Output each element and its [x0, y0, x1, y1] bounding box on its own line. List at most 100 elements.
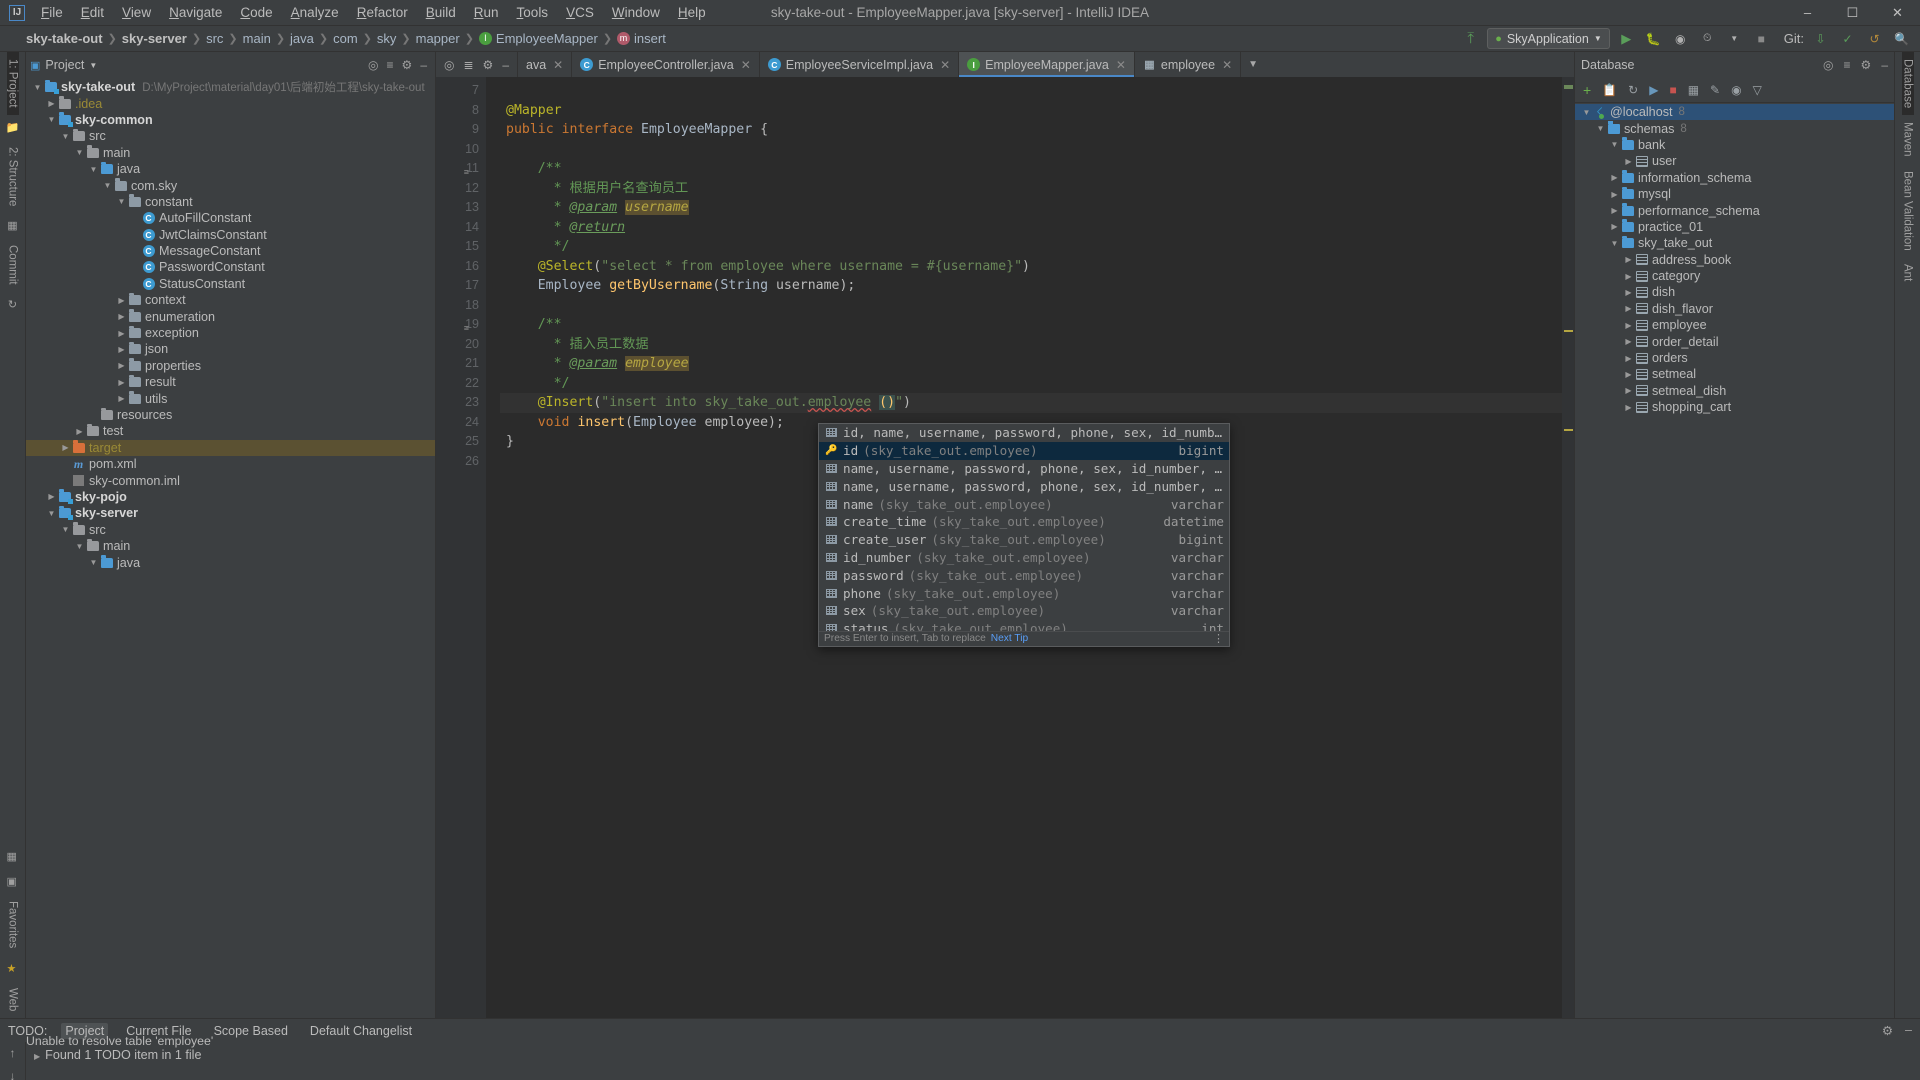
edit-icon[interactable]: ✎: [1710, 83, 1720, 97]
chevron-right-icon[interactable]: ▶: [74, 427, 85, 436]
search-everywhere-icon[interactable]: 🔍: [1891, 28, 1912, 49]
autocomplete-item[interactable]: create_time (sky_take_out.employee) dateti…: [819, 513, 1229, 531]
menu-run[interactable]: Run: [465, 2, 508, 23]
chevron-down-icon[interactable]: ▼: [1581, 108, 1592, 117]
project-tree-node[interactable]: ▶ context: [26, 292, 435, 308]
code-line[interactable]: public interface EmployeeMapper {: [500, 120, 1574, 140]
vcs-commit-icon[interactable]: ✓: [1837, 28, 1858, 49]
chevron-down-icon[interactable]: ▼: [89, 61, 97, 70]
vcs-update-icon[interactable]: ⇩: [1810, 28, 1831, 49]
table-icon[interactable]: ▦: [1688, 83, 1699, 97]
database-tree-node[interactable]: ▶ practice_01: [1575, 219, 1894, 235]
maximize-button[interactable]: ☐: [1830, 0, 1875, 26]
chevron-down-icon[interactable]: ▼: [32, 83, 43, 92]
chevron-down-icon[interactable]: ▼: [46, 115, 57, 124]
navbar-actions[interactable]: ⤒ ● SkyApplication ▼ ▶ 🐛 ◉ ⏲ ▼ ■ Git: ⇩ …: [1460, 28, 1920, 49]
chevron-right-icon[interactable]: ▶: [1623, 354, 1634, 363]
project-tree-node[interactable]: ▶ .idea: [26, 95, 435, 111]
autocomplete-item[interactable]: name, username, password, phone, sex, id…: [819, 477, 1229, 495]
code-line[interactable]: Employee getByUsername(String username);: [500, 276, 1574, 296]
menu-file[interactable]: File: [32, 2, 72, 23]
project-tree-node[interactable]: ▼ com.sky: [26, 177, 435, 193]
menu-build[interactable]: Build: [417, 2, 465, 23]
database-tree-node[interactable]: ▼ ☇ @localhost 8: [1575, 104, 1894, 121]
editor-tab-ava[interactable]: ava ✕: [518, 52, 573, 77]
rail-button-database[interactable]: Database: [1901, 52, 1914, 116]
close-tab-icon[interactable]: ✕: [940, 58, 950, 72]
project-tree-node[interactable]: C PasswordConstant: [26, 259, 435, 275]
chevron-right-icon[interactable]: ▶: [116, 394, 127, 403]
database-tree-node[interactable]: ▶ dish_flavor: [1575, 301, 1894, 317]
database-tree-node[interactable]: ▶ setmeal: [1575, 366, 1894, 382]
chevron-right-icon[interactable]: ▶: [1623, 272, 1634, 281]
previous-icon[interactable]: ↑: [10, 1046, 16, 1060]
project-tree-node[interactable]: ▶ exception: [26, 325, 435, 341]
chevron-right-icon[interactable]: ▶: [1623, 157, 1634, 166]
chevron-right-icon[interactable]: ▶: [116, 296, 127, 305]
rail-button-commit[interactable]: Commit: [7, 238, 19, 292]
copy-icon[interactable]: 📋: [1602, 83, 1617, 97]
autocomplete-item[interactable]: phone (sky_take_out.employee) varchar: [819, 584, 1229, 602]
todo-actions[interactable]: ⚙ –: [1882, 1023, 1912, 1038]
close-tab-icon[interactable]: ✕: [741, 58, 751, 72]
project-tree-node[interactable]: ▶ utils: [26, 390, 435, 406]
project-tree-node[interactable]: ▼ main: [26, 538, 435, 554]
minimize-button[interactable]: –: [1785, 0, 1830, 26]
database-tree-node[interactable]: ▶ mysql: [1575, 186, 1894, 202]
rail-button-web[interactable]: Web: [7, 981, 19, 1018]
commit-arrow-icon[interactable]: ↻: [8, 292, 17, 317]
breadcrumb-item-employeemapper[interactable]: I EmployeeMapper: [478, 31, 598, 46]
code-line[interactable]: * 根据用户名查询员工: [500, 179, 1574, 199]
database-tree-node[interactable]: ▶ shopping_cart: [1575, 399, 1894, 415]
stop-icon[interactable]: ■: [1751, 28, 1772, 49]
chevron-right-icon[interactable]: ▶: [116, 329, 127, 338]
autocomplete-item[interactable]: id, name, username, password, phone, sex…: [819, 424, 1229, 442]
chevron-right-icon[interactable]: ▶: [1623, 288, 1634, 297]
project-tree-node[interactable]: ▼ sky-take-out D:\MyProject\material\day01…: [26, 79, 435, 95]
database-tree-node[interactable]: ▶ dish: [1575, 284, 1894, 300]
project-tree-node[interactable]: ▼ main: [26, 145, 435, 161]
chevron-right-icon[interactable]: ▶: [46, 492, 57, 501]
menu-navigate[interactable]: Navigate: [160, 2, 231, 23]
menu-bar[interactable]: File Edit View Navigate Code Analyze Refactor B…: [32, 2, 715, 23]
code-line[interactable]: * 插入员工数据: [500, 335, 1574, 355]
collapse-icon[interactable]: ≣: [463, 58, 473, 72]
gear-icon[interactable]: ⚙: [1861, 58, 1872, 72]
breadcrumb-item-mapper[interactable]: mapper: [416, 31, 460, 46]
star-icon[interactable]: ★: [7, 956, 19, 981]
back-arrow-icon[interactable]: ⤒: [1460, 28, 1481, 49]
project-tree-node[interactable]: ▼ sky-common: [26, 112, 435, 128]
database-tree-node[interactable]: ▶ address_book: [1575, 252, 1894, 268]
chevron-right-icon[interactable]: ▶: [116, 345, 127, 354]
close-button[interactable]: ✕: [1875, 0, 1920, 26]
breadcrumb[interactable]: sky-take-out ❯ sky-server ❯ src ❯ main ❯ java ❯ co…: [26, 31, 666, 46]
locate-in-tree-icon[interactable]: ◎: [444, 58, 454, 72]
chevron-down-icon[interactable]: ▼: [88, 558, 99, 567]
editor-tabs-overflow-icon[interactable]: ▼: [1241, 52, 1265, 77]
editor-tab-employee[interactable]: ▦ employee ✕: [1135, 52, 1242, 77]
autocomplete-item[interactable]: name, username, password, phone, sex, id…: [819, 460, 1229, 478]
project-tree-node[interactable]: C JwtClaimsConstant: [26, 227, 435, 243]
layout-icon[interactable]: ▣: [7, 869, 19, 894]
project-tree-node[interactable]: ▶ target: [26, 439, 435, 456]
code-line[interactable]: [500, 140, 1574, 160]
chevron-down-icon[interactable]: ▼: [74, 148, 85, 157]
add-icon[interactable]: +: [1583, 82, 1591, 98]
breadcrumb-item-sky-server[interactable]: sky-server: [122, 31, 187, 46]
project-tree-node[interactable]: C MessageConstant: [26, 243, 435, 259]
database-tree-node[interactable]: ▼ sky_take_out: [1575, 235, 1894, 251]
hide-icon[interactable]: –: [420, 58, 427, 72]
chevron-down-icon[interactable]: ▼: [46, 509, 57, 518]
autocomplete-item[interactable]: id_number (sky_take_out.employee) varchar: [819, 549, 1229, 567]
error-stripe[interactable]: [1562, 77, 1574, 1018]
project-tree-node[interactable]: C StatusConstant: [26, 276, 435, 292]
autocomplete-item[interactable]: name (sky_take_out.employee) varchar: [819, 495, 1229, 513]
hide-icon[interactable]: –: [1905, 1023, 1912, 1038]
stop-icon[interactable]: ■: [1669, 83, 1676, 97]
chevron-right-icon[interactable]: ▶: [116, 378, 127, 387]
chevron-down-icon[interactable]: ▼: [1594, 34, 1602, 43]
run-configuration-selector[interactable]: ● SkyApplication ▼: [1487, 28, 1610, 49]
code-line[interactable]: * @return: [500, 218, 1574, 238]
code-line[interactable]: /**: [500, 159, 1574, 179]
menu-view[interactable]: View: [113, 2, 160, 23]
